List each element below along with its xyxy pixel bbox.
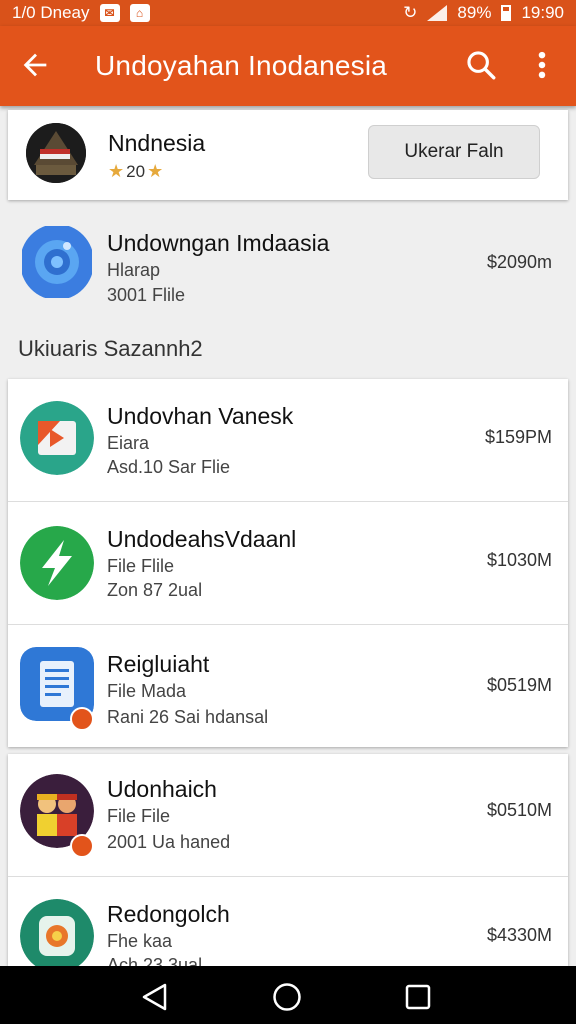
video-app-icon: [20, 401, 94, 475]
app-title: Redongolch: [107, 901, 230, 927]
app-bar: Undoyahan Inodanesia: [0, 26, 576, 106]
app-price: $4330M: [486, 925, 552, 945]
emblem-app-icon: [20, 899, 94, 966]
sync-icon: ↻: [403, 3, 418, 22]
app-subtitle: Fhe kaa: [107, 931, 173, 951]
home-notification-icon: ⌂: [129, 4, 150, 22]
app-meta: 2001 Ua haned: [107, 832, 231, 852]
status-left-text: 1/0 Dneay: [12, 3, 90, 22]
app-subtitle: Eiara: [107, 433, 150, 453]
app-meta: Rani 26 Sai hdansal: [107, 707, 269, 727]
battery-icon: [501, 5, 512, 21]
app-list-item[interactable]: Redongolch Fhe kaa Ach 23 3ual $4330M: [8, 877, 568, 966]
back-arrow-icon[interactable]: [18, 48, 52, 82]
app-list-card: Udonhaich File File 2001 Ua haned $0510M…: [8, 754, 568, 966]
app-price: $0519M: [486, 675, 552, 695]
lightning-app-icon: [20, 526, 94, 600]
app-title: UndodeahsVdaanl: [107, 526, 297, 552]
app-list-card: Undovhan Vanesk Eiara Asd.10 Sar Flie $1…: [8, 379, 568, 747]
developer-rating: ★ 20 ★: [108, 161, 163, 182]
featured-app-title: Undowngan Imdaasia: [107, 230, 330, 256]
star-icon: ★: [147, 161, 164, 181]
app-list-item[interactable]: Reigluiaht File Mada Rani 26 Sai hdansal…: [8, 625, 568, 747]
camera-lens-app-icon: [22, 226, 92, 298]
app-price: $1030M: [486, 550, 552, 570]
nav-home-icon[interactable]: [272, 982, 302, 1012]
section-heading: Ukiuaris Sazannh2: [18, 336, 203, 361]
developer-name: Nndnesia: [108, 130, 206, 156]
overflow-menu-icon[interactable]: [530, 48, 554, 82]
follow-button[interactable]: Ukerar Faln: [368, 125, 540, 179]
developer-card: Nndnesia ★ 20 ★ Ukerar Faln: [8, 110, 568, 200]
app-price: $159PM: [484, 427, 552, 447]
app-meta: Asd.10 Sar Flie: [107, 457, 231, 477]
rating-value: 20: [126, 161, 146, 181]
status-bar: 1/0 Dneay ✉ ⌂ ↻ 89% 19:90: [0, 0, 576, 26]
app-title: Undovhan Vanesk: [107, 403, 294, 429]
app-subtitle: File File: [107, 806, 171, 826]
featured-app-meta: 3001 Flile: [107, 285, 186, 305]
featured-app-subtitle: Hlarap: [107, 260, 161, 280]
app-price: $0510M: [486, 800, 552, 820]
app-list-item[interactable]: Udonhaich File File 2001 Ua haned $0510M: [8, 754, 568, 877]
featured-app-price: $2090m: [486, 252, 552, 272]
app-subtitle: File Flile: [107, 556, 175, 576]
search-icon[interactable]: [464, 48, 498, 82]
featured-app-row[interactable]: Undowngan Imdaasia Hlarap 3001 Flile $20…: [0, 210, 576, 322]
app-list-item[interactable]: UndodeahsVdaanl File Flile Zon 87 2ual $…: [8, 502, 568, 625]
page-title: Undoyahan Inodanesia: [95, 50, 388, 81]
app-title: Udonhaich: [107, 776, 217, 802]
signal-icon: [427, 5, 448, 21]
developer-avatar: [26, 123, 86, 183]
app-meta: Ach 23 3ual: [107, 955, 203, 966]
notification-icon: ✉: [99, 4, 120, 22]
update-badge-icon: [70, 834, 94, 858]
nav-back-icon[interactable]: [140, 982, 170, 1012]
nav-recents-icon[interactable]: [404, 983, 432, 1011]
app-subtitle: File Mada: [107, 681, 187, 701]
battery-percent: 89%: [457, 3, 492, 22]
app-list-item[interactable]: Undovhan Vanesk Eiara Asd.10 Sar Flie $1…: [8, 379, 568, 502]
system-nav-bar: [0, 966, 576, 1024]
app-title: Reigluiaht: [107, 651, 210, 677]
clock: 19:90: [521, 3, 564, 22]
star-icon: ★: [108, 161, 125, 181]
update-badge-icon: [70, 707, 94, 731]
app-meta: Zon 87 2ual: [107, 580, 203, 600]
